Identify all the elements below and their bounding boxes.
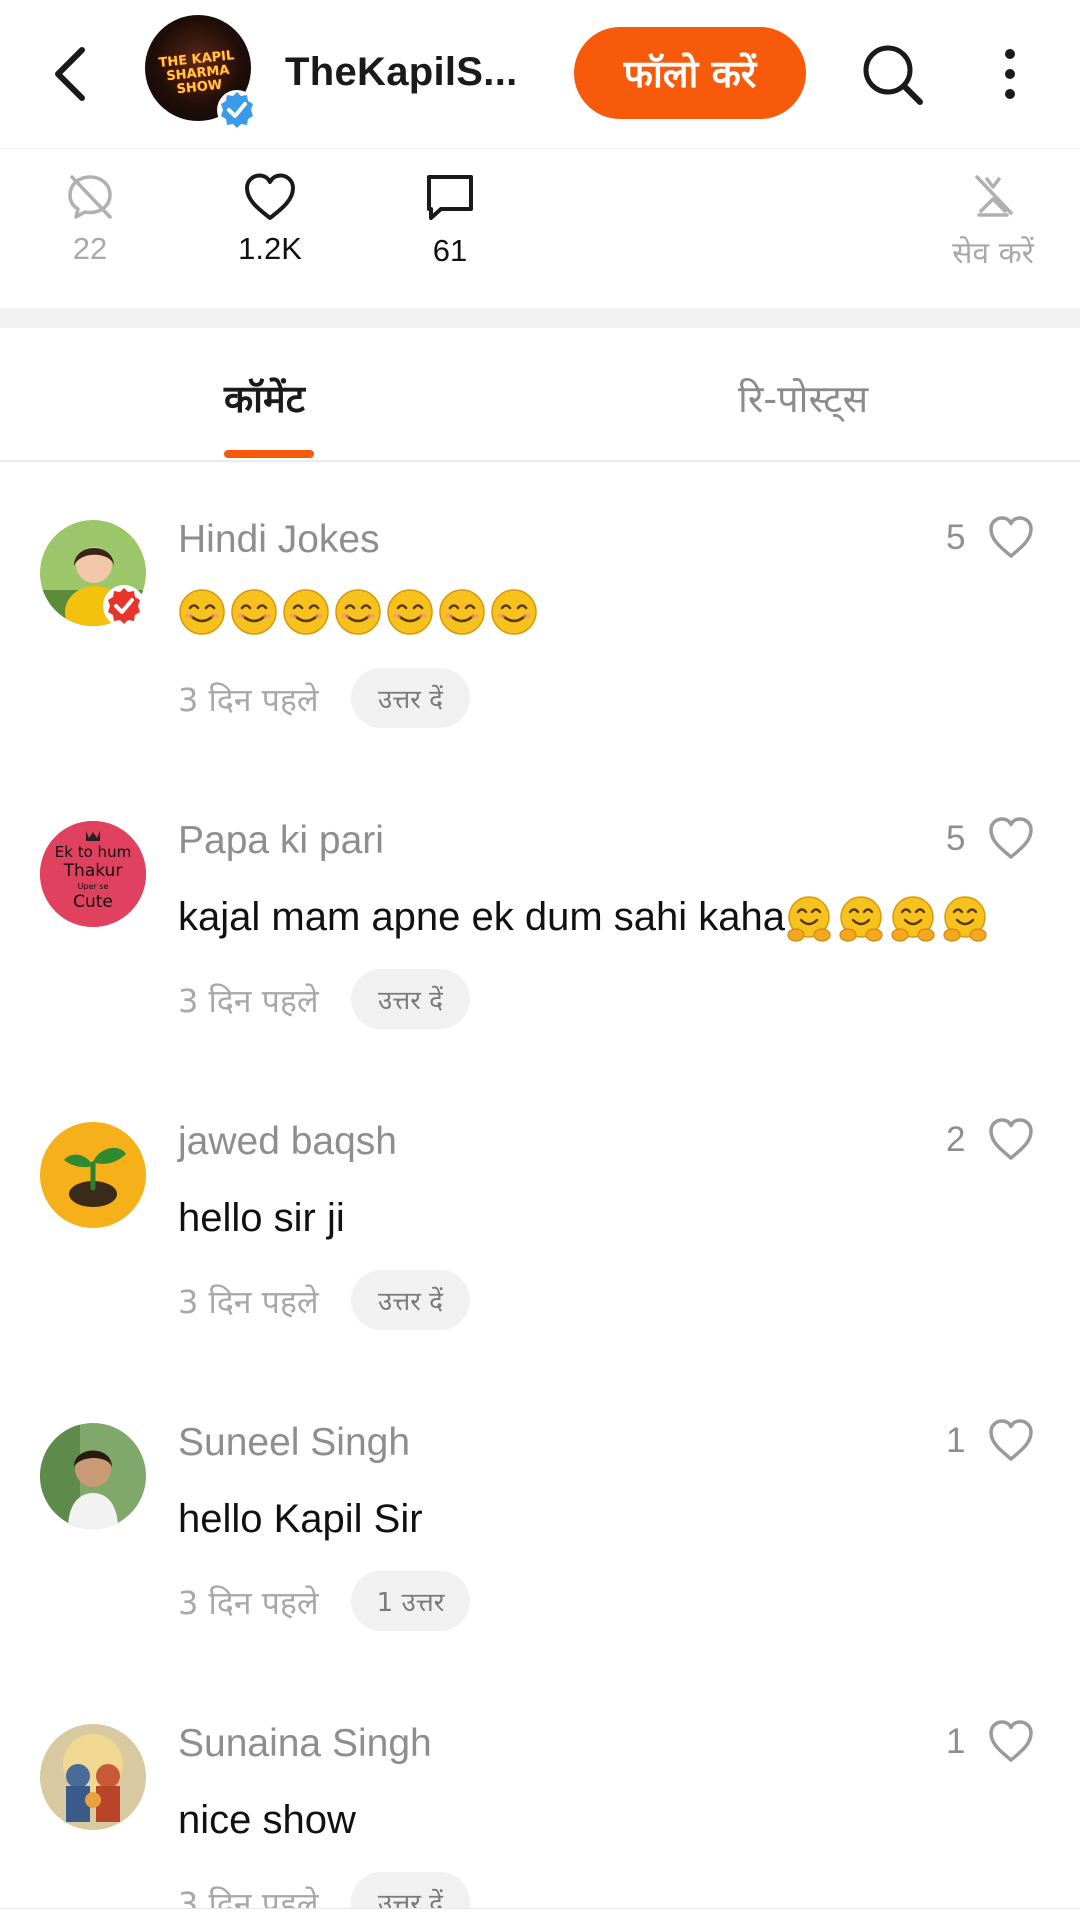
comment-time: 3 दिन पहले [178, 982, 319, 1020]
comment-like-count: 5 [946, 819, 966, 858]
smiling-face-emoji [439, 589, 485, 636]
reply-button[interactable]: उत्तर दें [351, 668, 470, 728]
share-stat[interactable]: 22 [30, 171, 150, 267]
reply-button[interactable]: उत्तर दें [351, 969, 470, 1029]
hugging-face-emoji-row [785, 895, 993, 943]
smiling-face-emoji [231, 589, 277, 636]
heart-outline-icon[interactable] [987, 815, 1035, 861]
smiling-face-emoji [179, 589, 225, 636]
comment-text: hello Kapil Sir [178, 1497, 423, 1541]
comment-count: 61 [432, 233, 468, 268]
comment-username[interactable]: Sunaina Singh [178, 1722, 432, 1766]
save-stat[interactable]: सेव करें [930, 171, 1056, 272]
active-tab-indicator [224, 450, 314, 458]
more-vertical-icon[interactable] [990, 44, 1030, 104]
comment-stat[interactable]: 61 [390, 171, 510, 269]
smiling-face-emoji [491, 589, 537, 636]
comment-time: 3 दिन पहले [178, 1584, 319, 1622]
comment-text: kajal mam apne ek dum sahi kaha [178, 895, 993, 943]
comment-text: nice show [178, 1798, 356, 1842]
comment-item: Ek to hum Thakur Uper se Cute Papa ki pa… [0, 763, 1080, 1064]
avatar-text-line: Ek to hum [55, 843, 131, 861]
comment-item: Sunaina Singh 1 nice show 3 दिन पहले उत्… [0, 1666, 1080, 1910]
channel-name[interactable]: TheKapilS... [285, 50, 518, 95]
reply-button[interactable]: उत्तर दें [351, 1872, 470, 1910]
smiling-face-emoji [283, 589, 329, 636]
smiling-face-emoji [335, 589, 381, 636]
tab-reposts[interactable]: रि-पोस्ट्स [738, 372, 868, 424]
user-avatar[interactable] [40, 1122, 146, 1228]
comment-username[interactable]: Hindi Jokes [178, 518, 380, 562]
top-app-bar: THE KAPIL SHARMA SHOW TheKapilS... फॉलो … [0, 0, 1080, 148]
tab-bar: कॉमेंट रि-पोस्ट्स [0, 328, 1080, 462]
avatar-text-line: Thakur [63, 861, 123, 881]
tab-comments[interactable]: कॉमेंट [224, 372, 305, 424]
comment-username[interactable]: jawed baqsh [178, 1120, 397, 1164]
hugging-face-emoji [787, 896, 831, 943]
chevron-left-icon[interactable] [48, 44, 92, 104]
share-disabled-icon [68, 175, 112, 219]
comment-text: hello sir ji [178, 1196, 345, 1240]
comment-icon [427, 175, 473, 220]
comment-item: Hindi Jokes 5 3 दिन पहले उत्तर दें [0, 462, 1080, 763]
verified-badge-icon [217, 90, 257, 130]
save-disabled-icon [975, 175, 1013, 217]
heart-outline-icon[interactable] [987, 514, 1035, 560]
comment-like-count: 2 [946, 1120, 966, 1159]
comment-time: 3 दिन पहले [178, 681, 319, 719]
follow-button[interactable]: फॉलो करें [574, 27, 806, 119]
comment-text-content: kajal mam apne ek dum sahi kaha [178, 895, 785, 939]
avatar-text-line: Cute [73, 892, 113, 912]
comment-like-count: 5 [946, 518, 966, 557]
reply-button[interactable]: उत्तर दें [351, 1270, 470, 1330]
user-avatar[interactable] [40, 1423, 146, 1529]
heart-outline-icon[interactable] [987, 1417, 1035, 1463]
avatar-text-line: Uper se [78, 882, 109, 891]
comment-item: Suneel Singh 1 hello Kapil Sir 3 दिन पहल… [0, 1365, 1080, 1666]
user-avatar[interactable]: Ek to hum Thakur Uper se Cute [40, 821, 146, 927]
user-avatar[interactable] [40, 1724, 146, 1830]
post-stats-bar: 22 1.2K 61 सेव करें [0, 148, 1080, 308]
comment-username[interactable]: Suneel Singh [178, 1421, 410, 1465]
search-icon[interactable] [858, 40, 926, 108]
share-count: 22 [72, 231, 108, 266]
comment-list[interactable]: Hindi Jokes 5 3 दिन पहले उत्तर दें Ek to… [0, 462, 1080, 1910]
comment-like-count: 1 [946, 1722, 966, 1761]
heart-outline-icon[interactable] [987, 1116, 1035, 1162]
verified-badge-icon [103, 585, 145, 627]
comment-time: 3 दिन पहले [178, 1283, 319, 1321]
like-count: 1.2K [238, 231, 302, 266]
view-replies-button[interactable]: 1 उत्तर [351, 1571, 470, 1631]
smiling-face-emoji [387, 589, 433, 636]
like-stat[interactable]: 1.2K [210, 171, 330, 267]
hugging-face-emoji [839, 896, 883, 943]
comment-username[interactable]: Papa ki pari [178, 819, 384, 863]
comment-item: jawed baqsh 2 hello sir ji 3 दिन पहले उत… [0, 1064, 1080, 1365]
hugging-face-emoji [943, 896, 987, 943]
bottom-edge [0, 1908, 1080, 1920]
heart-outline-icon[interactable] [987, 1718, 1035, 1764]
smiling-face-emoji-row [178, 588, 542, 636]
comment-time: 3 दिन पहले [178, 1885, 319, 1910]
comment-like-count: 1 [946, 1421, 966, 1460]
section-divider [0, 308, 1080, 328]
hugging-face-emoji [891, 896, 935, 943]
save-label: सेव करें [952, 236, 1034, 271]
heart-icon [245, 173, 295, 220]
comment-text [178, 588, 542, 636]
